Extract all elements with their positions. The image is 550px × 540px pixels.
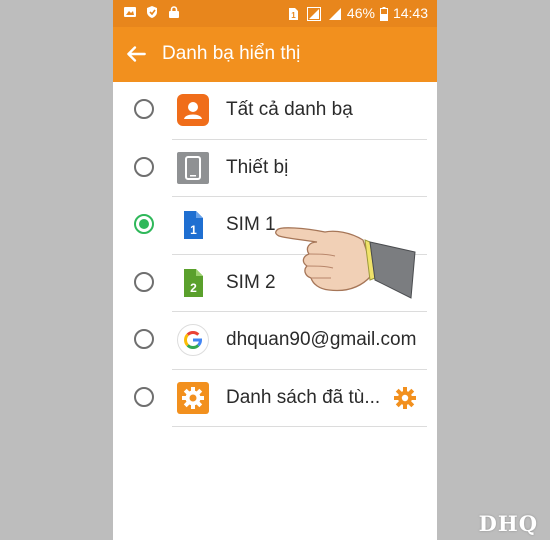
radio-button[interactable] — [134, 271, 154, 292]
google-icon — [177, 324, 209, 356]
clock: 14:43 — [392, 5, 428, 21]
option-label: Thiết bị — [226, 156, 289, 178]
signal-icon — [306, 6, 321, 21]
arrow-left-icon[interactable] — [123, 41, 149, 67]
device-icon — [177, 151, 209, 184]
option-label: Tất cả danh bạ — [226, 99, 353, 120]
sim-2-icon: 2 — [184, 268, 203, 297]
svg-text:1: 1 — [291, 11, 296, 20]
option-device[interactable]: Thiết bị — [113, 140, 437, 197]
option-sim-2[interactable]: 2 SIM 2 — [113, 255, 437, 312]
option-label: SIM 1 — [226, 214, 276, 235]
contacts-icon — [177, 94, 209, 126]
divider — [172, 426, 427, 427]
display-options-list: Tất cả danh bạ Thiết bị 1 SIM 1 2 SIM 2 … — [113, 82, 437, 427]
option-google-account[interactable]: dhquan90@gmail.com — [113, 312, 437, 370]
app-bar: Danh bạ hiển thị — [113, 27, 437, 82]
shield-icon — [147, 6, 157, 18]
gallery-icon — [124, 7, 136, 17]
radio-button[interactable] — [134, 329, 154, 349]
sim-1-icon: 1 — [184, 211, 203, 239]
radio-button[interactable] — [134, 156, 154, 177]
option-sim-1[interactable]: 1 SIM 1 — [113, 197, 437, 255]
battery-icon — [379, 6, 388, 21]
sim-1-icon: 1 — [288, 7, 298, 20]
radio-button[interactable] — [134, 386, 154, 407]
option-label: dhquan90@gmail.com — [226, 329, 417, 350]
settings-icon — [177, 381, 209, 414]
status-bar: 1 46% 14:43 — [113, 0, 437, 27]
option-label: Danh sách đã tù... — [226, 386, 381, 408]
lock-icon — [169, 6, 179, 18]
svg-text:1: 1 — [190, 223, 197, 237]
page-title: Danh bạ hiển thị — [162, 43, 301, 64]
battery-percent: 46% — [346, 5, 375, 21]
svg-text:2: 2 — [190, 281, 197, 295]
option-label: SIM 2 — [226, 271, 276, 293]
option-custom-list[interactable]: Danh sách đã tù... — [113, 370, 437, 427]
option-all-contacts[interactable]: Tất cả danh bạ — [113, 82, 437, 140]
radio-button[interactable] — [134, 99, 154, 119]
signal-icon — [328, 7, 341, 20]
gear-icon[interactable] — [393, 386, 417, 410]
watermark-logo: DHQ — [478, 511, 538, 536]
radio-button-selected[interactable] — [134, 214, 154, 234]
phone-screen: 1 46% 14:43 Danh bạ hiển thị Tất cả danh… — [113, 0, 437, 540]
